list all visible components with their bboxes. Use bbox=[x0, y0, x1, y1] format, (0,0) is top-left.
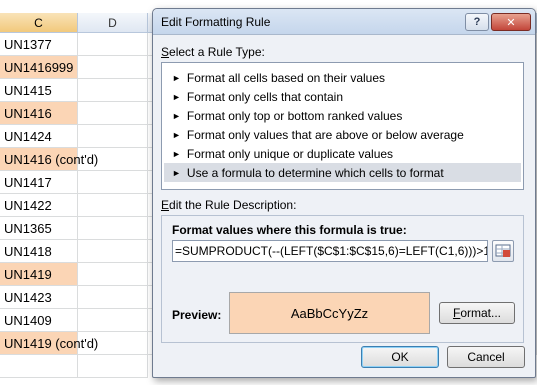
rule-type-item[interactable]: ► Format only cells that contain bbox=[164, 87, 521, 106]
bullet-arrow-icon: ► bbox=[172, 72, 181, 83]
cell-d[interactable] bbox=[78, 148, 148, 171]
cell-d[interactable] bbox=[78, 171, 148, 194]
rule-type-label: Format only cells that contain bbox=[186, 89, 343, 104]
ok-button[interactable]: OK bbox=[361, 346, 439, 368]
empty-cell[interactable] bbox=[0, 355, 78, 378]
rule-type-item[interactable]: ► Format all cells based on their values bbox=[164, 68, 521, 87]
close-button[interactable]: ✕ bbox=[491, 13, 531, 31]
cell-c[interactable]: UN1416999 bbox=[0, 56, 78, 79]
cell-c[interactable]: UN1422 bbox=[0, 194, 78, 217]
cell-d[interactable] bbox=[78, 263, 148, 286]
cell-d[interactable] bbox=[78, 286, 148, 309]
cell-d[interactable] bbox=[78, 194, 148, 217]
cell-c[interactable]: UN1424 bbox=[0, 125, 78, 148]
edit-description-label: Edit the Rule Description: bbox=[161, 198, 297, 212]
cell-d[interactable] bbox=[78, 240, 148, 263]
cell-c[interactable]: UN1423 bbox=[0, 286, 78, 309]
rule-type-label: Format only values that are above or bel… bbox=[186, 127, 464, 142]
column-header-c[interactable]: C bbox=[0, 13, 78, 33]
bullet-arrow-icon: ► bbox=[172, 91, 181, 102]
rule-type-item[interactable]: ► Format only top or bottom ranked values bbox=[164, 106, 521, 125]
formula-input[interactable]: =SUMPRODUCT(--(LEFT($C$1:$C$15,6)=LEFT(C… bbox=[172, 240, 488, 262]
cell-c[interactable]: UN1417 bbox=[0, 171, 78, 194]
edit-formatting-rule-dialog: Edit Formatting Rule ? ✕ Select a Rule T… bbox=[152, 8, 536, 378]
cell-c[interactable]: UN1416 bbox=[0, 102, 78, 125]
rule-type-item[interactable]: ► Use a formula to determine which cells … bbox=[164, 163, 521, 182]
cell-d[interactable] bbox=[78, 33, 148, 56]
rule-type-list[interactable]: ► Format all cells based on their values ►… bbox=[161, 62, 524, 190]
formula-label: Format values where this formula is true… bbox=[172, 223, 407, 237]
collapse-dialog-button[interactable] bbox=[492, 240, 514, 262]
cancel-button[interactable]: Cancel bbox=[447, 346, 525, 368]
cell-c[interactable]: UN1409 bbox=[0, 309, 78, 332]
column-header-d[interactable]: D bbox=[78, 13, 148, 33]
cell-c[interactable]: UN1419 (cont'd) bbox=[0, 332, 98, 355]
cell-c[interactable]: UN1419 bbox=[0, 263, 78, 286]
cell-d[interactable] bbox=[78, 125, 148, 148]
dialog-title: Edit Formatting Rule bbox=[161, 15, 271, 29]
cell-c[interactable]: UN1377 bbox=[0, 33, 78, 56]
cell-d[interactable] bbox=[78, 56, 148, 79]
bullet-arrow-icon: ► bbox=[172, 110, 181, 121]
cell-d[interactable] bbox=[78, 102, 148, 125]
help-icon: ? bbox=[473, 16, 481, 28]
cell-d[interactable] bbox=[78, 217, 148, 240]
bullet-arrow-icon: ► bbox=[172, 167, 181, 178]
rule-type-label: Format only unique or duplicate values bbox=[186, 146, 394, 161]
empty-cell[interactable] bbox=[78, 355, 148, 378]
cell-d[interactable] bbox=[78, 79, 148, 102]
bullet-arrow-icon: ► bbox=[172, 148, 181, 159]
cell-c[interactable]: UN1415 bbox=[0, 79, 78, 102]
select-rule-type-label: Select a Rule Type: bbox=[161, 45, 265, 59]
preview-box: AaBbCcYyZz bbox=[229, 292, 430, 334]
format-button[interactable]: Format... bbox=[439, 302, 515, 324]
close-icon: ✕ bbox=[506, 16, 516, 29]
cell-d[interactable] bbox=[78, 332, 148, 355]
cell-c[interactable]: UN1418 bbox=[0, 240, 78, 263]
rule-description-panel: Format values where this formula is true… bbox=[161, 215, 524, 343]
range-select-icon bbox=[495, 244, 511, 257]
help-button[interactable]: ? bbox=[465, 13, 489, 31]
rule-type-label: Format all cells based on their values bbox=[186, 70, 386, 85]
rule-type-label: Format only top or bottom ranked values bbox=[186, 108, 403, 123]
dialog-titlebar[interactable]: Edit Formatting Rule ? ✕ bbox=[153, 9, 535, 35]
rule-type-item[interactable]: ► Format only unique or duplicate values bbox=[164, 144, 521, 163]
cell-c[interactable]: UN1365 bbox=[0, 217, 78, 240]
rule-type-item[interactable]: ► Format only values that are above or be… bbox=[164, 125, 521, 144]
cell-c[interactable]: UN1416 (cont'd) bbox=[0, 148, 98, 171]
rule-type-label: Use a formula to determine which cells t… bbox=[186, 165, 444, 180]
preview-sample-text: AaBbCcYyZz bbox=[290, 305, 369, 321]
preview-label: Preview: bbox=[172, 308, 222, 322]
bullet-arrow-icon: ► bbox=[172, 129, 181, 140]
cell-d[interactable] bbox=[78, 309, 148, 332]
